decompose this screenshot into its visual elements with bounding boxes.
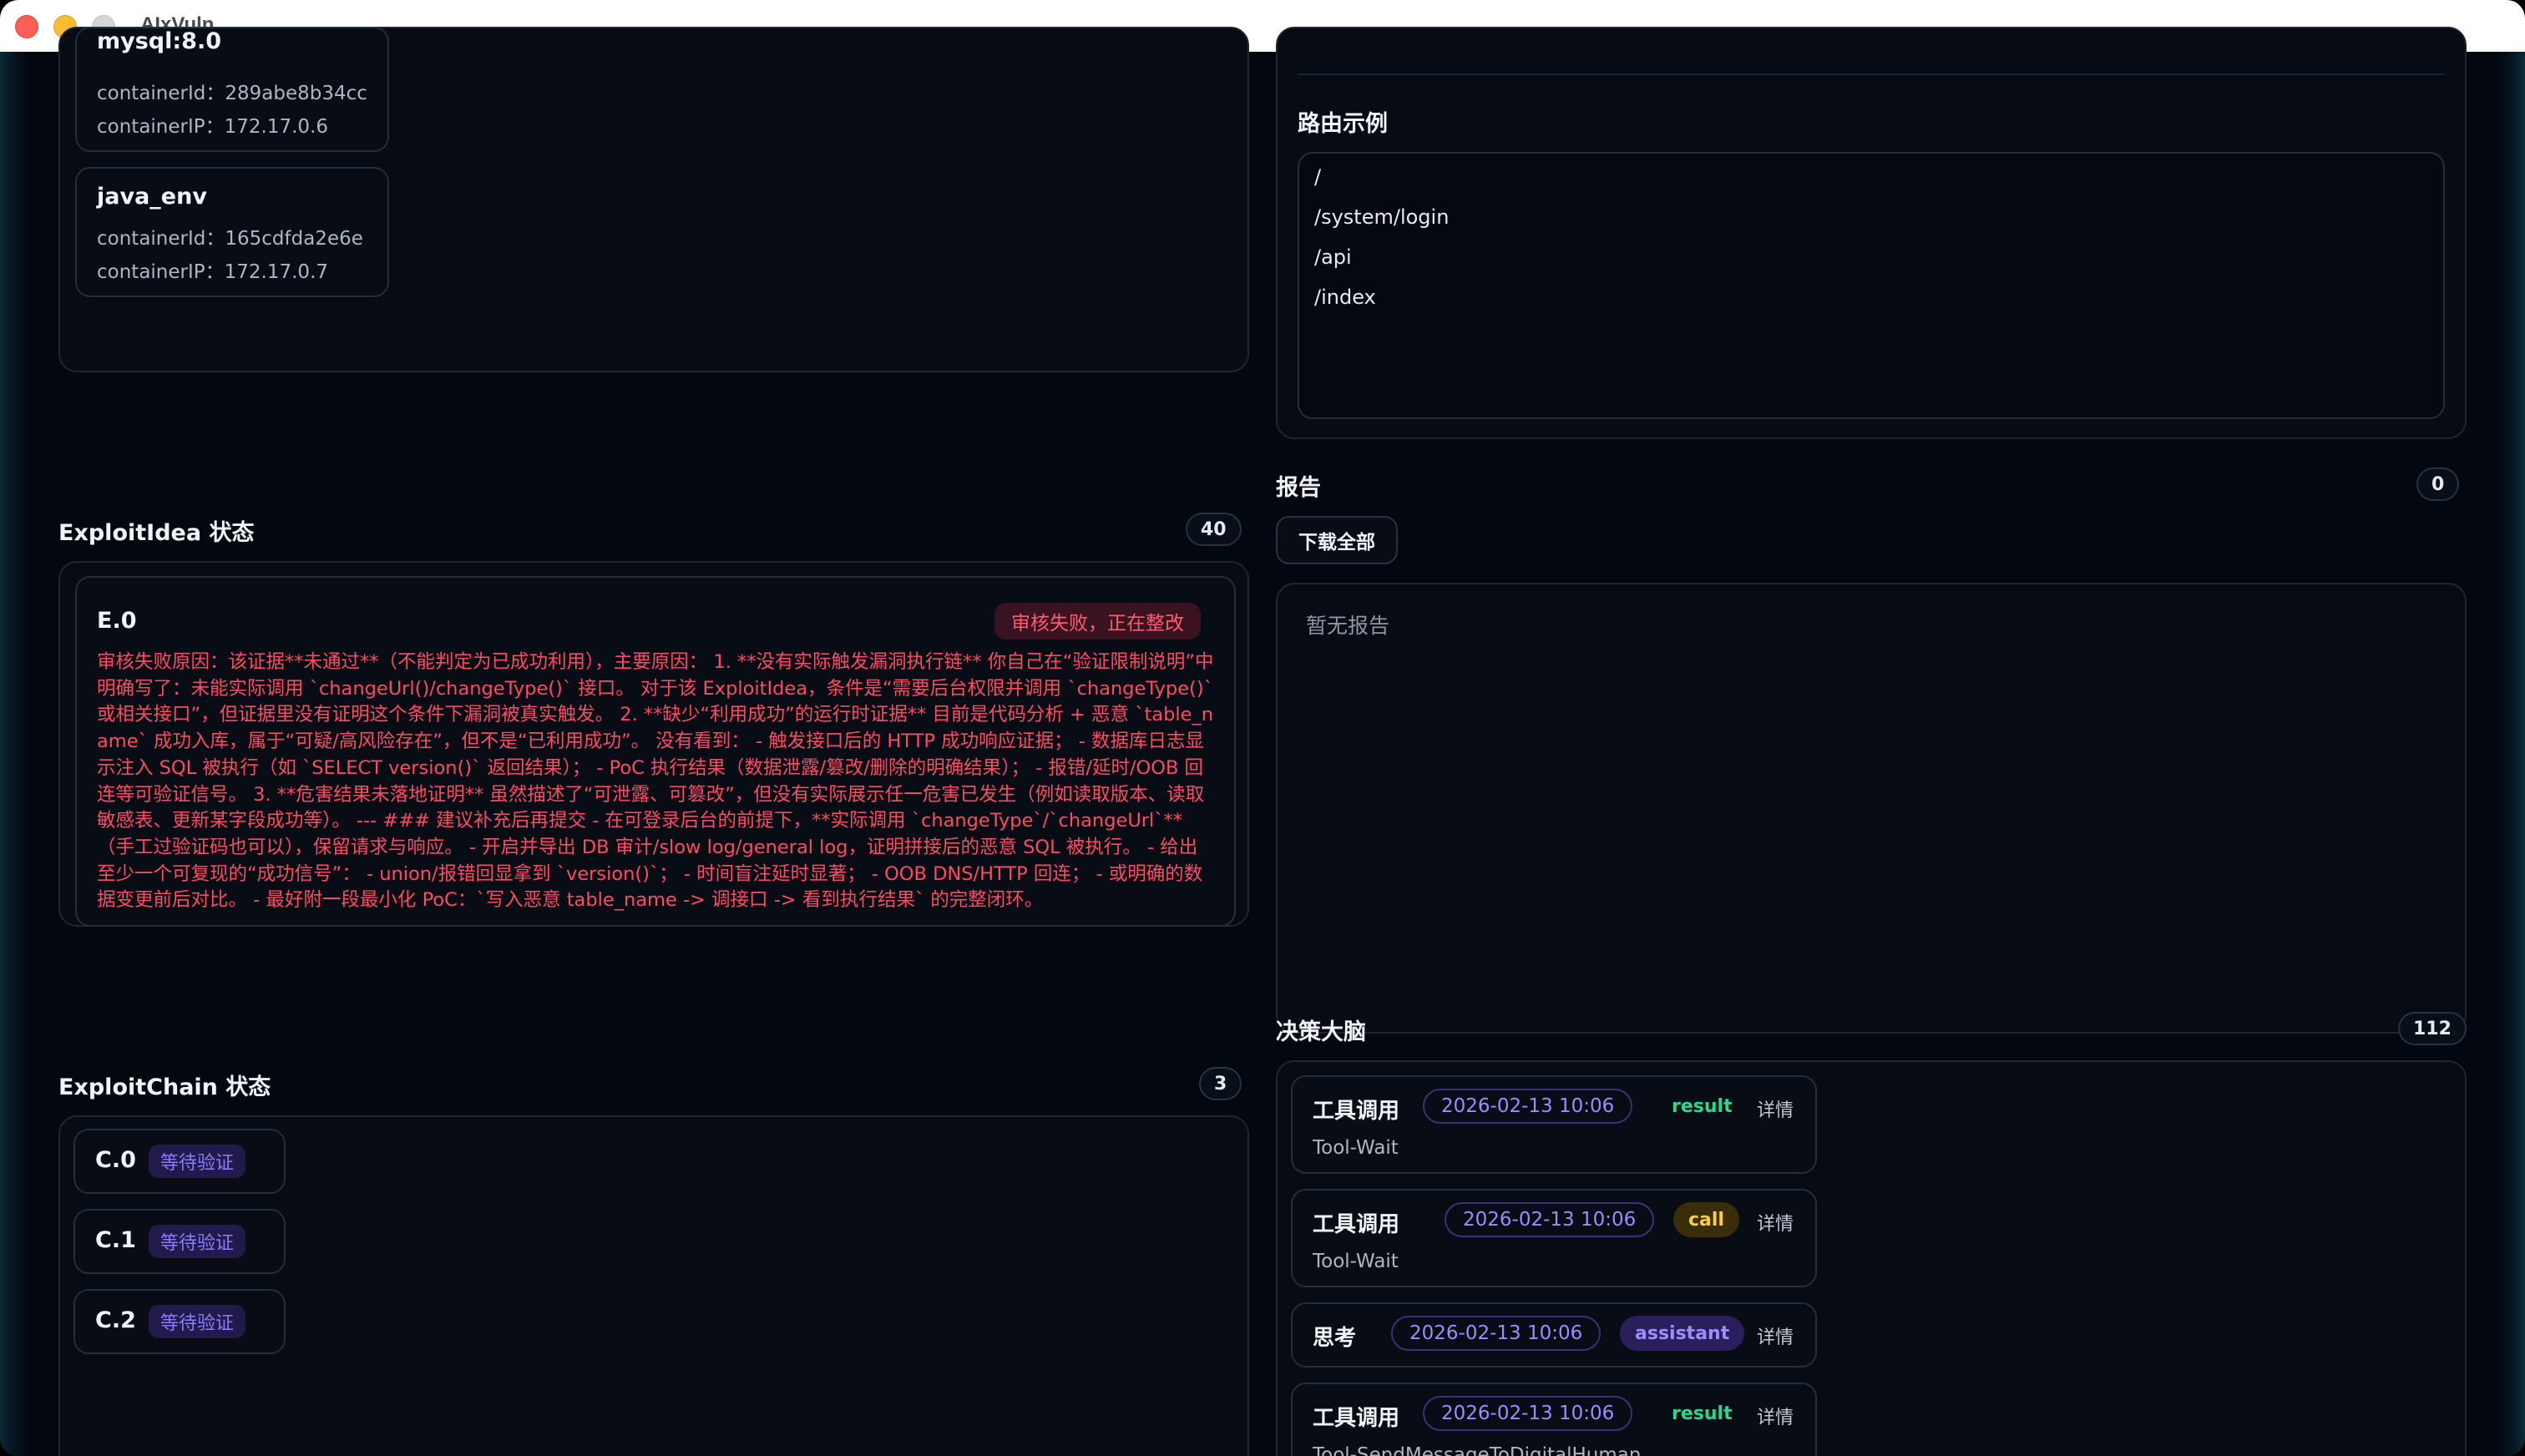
exploit-idea-status-badge: 审核失败，正在整改 bbox=[994, 603, 1201, 640]
decision-tag-assistant: assistant bbox=[1620, 1316, 1745, 1351]
container-ip: containerIP：172.17.0.6 bbox=[97, 116, 329, 138]
exploit-chain-id: C.1 bbox=[95, 1227, 136, 1253]
exploit-idea-count: 40 bbox=[1186, 513, 1242, 546]
routes-title: 路由示例 bbox=[1298, 111, 1388, 137]
decision-kind: 工具调用 bbox=[1313, 1212, 1400, 1237]
right-glow bbox=[2497, 52, 2525, 1456]
exploit-idea-title: ExploitIdea 状态 bbox=[58, 520, 255, 546]
decision-kind: 思考 bbox=[1313, 1326, 1357, 1351]
close-window-button[interactable] bbox=[15, 15, 38, 38]
exploit-idea-id: E.0 bbox=[97, 608, 137, 634]
decision-timestamp: 2026-02-13 10:06 bbox=[1423, 1089, 1633, 1124]
container-name: java_env bbox=[97, 184, 207, 210]
decision-tool-name: Tool-Wait bbox=[1313, 1251, 1399, 1272]
exploit-chain-status-badge: 等待验证 bbox=[149, 1145, 246, 1178]
decision-card[interactable]: 思考 2026-02-13 10:06 assistant 详情 bbox=[1291, 1302, 1817, 1368]
report-title: 报告 bbox=[1276, 475, 1321, 501]
decision-count: 112 bbox=[2398, 1012, 2467, 1045]
route-item[interactable]: / bbox=[1314, 165, 1321, 189]
container-ip: containerIP：172.17.0.7 bbox=[97, 261, 329, 283]
exploit-chain-card[interactable]: C.1 等待验证 bbox=[73, 1209, 286, 1274]
exploit-idea-card[interactable]: E.0 审核失败，正在整改 审核失败原因：该证据**未通过**（不能判定为已成功… bbox=[75, 576, 1236, 927]
main-content: mysql:8.0 containerId：289abe8b34cc conta… bbox=[0, 27, 2525, 1456]
decision-timestamp: 2026-02-13 10:06 bbox=[1445, 1202, 1655, 1237]
decision-tag-result: result bbox=[1672, 1403, 1733, 1424]
container-name: mysql:8.0 bbox=[97, 28, 222, 54]
app-window: AIxVuln mysql:8.0 containerId：289abe8b34… bbox=[0, 0, 2525, 1456]
routes-list[interactable]: / /system/login /api /index bbox=[1298, 152, 2445, 419]
report-count: 0 bbox=[2416, 468, 2460, 501]
decision-tool-name: Tool-Wait bbox=[1313, 1137, 1399, 1159]
decision-card[interactable]: 工具调用 2026-02-13 10:06 result 详情 Tool-Wai… bbox=[1291, 1075, 1817, 1174]
exploit-chain-card[interactable]: C.0 等待验证 bbox=[73, 1129, 286, 1194]
decision-timestamp: 2026-02-13 10:06 bbox=[1391, 1316, 1602, 1351]
detail-link[interactable]: 详情 bbox=[1757, 1403, 1794, 1429]
divider bbox=[1298, 73, 2445, 75]
container-id: containerId：165cdfda2e6e bbox=[97, 228, 363, 250]
route-item[interactable]: /system/login bbox=[1314, 205, 1449, 229]
report-empty-text: 暂无报告 bbox=[1306, 614, 1390, 638]
exploit-chain-status-badge: 等待验证 bbox=[149, 1225, 246, 1258]
detail-link[interactable]: 详情 bbox=[1757, 1095, 1794, 1122]
decision-timestamp: 2026-02-13 10:06 bbox=[1423, 1396, 1633, 1431]
report-panel[interactable]: 暂无报告 bbox=[1276, 583, 2467, 1034]
decision-card[interactable]: 工具调用 2026-02-13 10:06 call 详情 Tool-Wait bbox=[1291, 1189, 1817, 1287]
container-card[interactable]: java_env containerId：165cdfda2e6e contai… bbox=[75, 167, 389, 297]
exploit-chain-title: ExploitChain 状态 bbox=[58, 1074, 271, 1100]
decision-tool-name: Tool-SendMessageToDigitalHuman bbox=[1313, 1444, 1642, 1456]
exploit-chain-card[interactable]: C.2 等待验证 bbox=[73, 1289, 286, 1354]
decision-tag-call: call bbox=[1673, 1202, 1739, 1237]
exploit-idea-failure-reason: 审核失败原因：该证据**未通过**（不能判定为已成功利用），主要原因： 1. *… bbox=[97, 651, 1214, 912]
exploit-chain-id: C.0 bbox=[95, 1147, 136, 1173]
download-all-button[interactable]: 下载全部 bbox=[1276, 516, 1398, 564]
decision-kind: 工具调用 bbox=[1313, 1406, 1400, 1431]
route-item[interactable]: /api bbox=[1314, 245, 1352, 269]
exploit-chain-id: C.2 bbox=[95, 1307, 136, 1333]
detail-link[interactable]: 详情 bbox=[1757, 1322, 1794, 1349]
decision-card[interactable]: 工具调用 2026-02-13 10:06 result 详情 Tool-Sen… bbox=[1291, 1383, 1817, 1456]
detail-link[interactable]: 详情 bbox=[1757, 1209, 1794, 1236]
exploit-chain-status-badge: 等待验证 bbox=[149, 1305, 246, 1338]
decision-tag-result: result bbox=[1672, 1095, 1733, 1117]
routes-panel[interactable]: 路由示例 / /system/login /api /index bbox=[1276, 27, 2467, 439]
decision-title: 决策大脑 bbox=[1276, 1019, 1366, 1045]
exploit-idea-panel[interactable]: E.0 审核失败，正在整改 审核失败原因：该证据**未通过**（不能判定为已成功… bbox=[58, 561, 1249, 927]
container-id: containerId：289abe8b34cc bbox=[97, 83, 367, 104]
exploit-chain-count: 3 bbox=[1199, 1067, 1242, 1100]
route-item[interactable]: /index bbox=[1314, 286, 1376, 309]
containers-panel[interactable]: mysql:8.0 containerId：289abe8b34cc conta… bbox=[58, 27, 1249, 372]
left-glow bbox=[0, 52, 28, 1456]
container-card[interactable]: mysql:8.0 containerId：289abe8b34cc conta… bbox=[75, 27, 389, 152]
decision-kind: 工具调用 bbox=[1313, 1099, 1400, 1124]
